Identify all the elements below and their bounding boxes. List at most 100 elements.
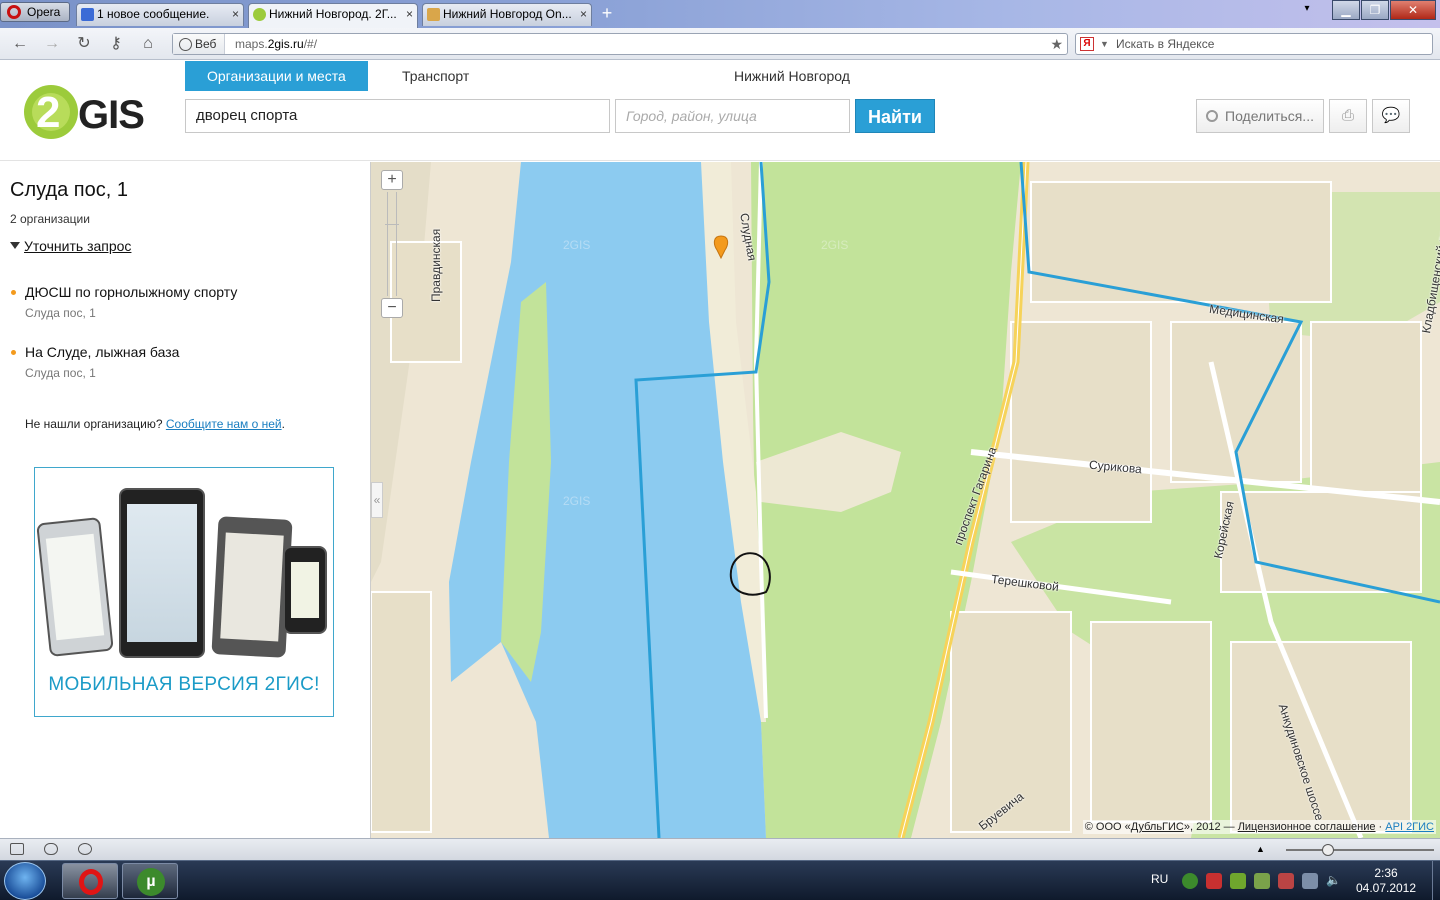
collapse-panel-button[interactable]: « [371,482,383,518]
map-watermark: 2GIS [821,238,849,252]
close-window-button[interactable]: ✕ [1390,0,1436,20]
reload-icon[interactable]: ↻ [74,34,94,54]
tab-close-icon[interactable]: × [406,4,413,25]
back-icon[interactable]: ← [10,34,30,54]
2gis-logo[interactable]: 2 GIS [24,85,145,141]
map-watermark: 2GIS [563,494,591,508]
tab-close-icon[interactable]: × [232,4,239,25]
tab-menu-icon[interactable]: ▾ [1302,0,1312,20]
browser-tab-bar: Opera 1 новое сообщение. × Нижний Новгор… [0,0,1440,28]
opera-menu-button[interactable]: Opera [0,2,70,22]
forward-icon[interactable]: → [42,34,62,54]
home-icon[interactable]: ⌂ [138,34,158,54]
update-tray-icon[interactable] [1254,873,1270,889]
phone-image [119,488,205,658]
result-item-name[interactable]: На Слуде, лыжная база [10,344,179,360]
tab-close-icon[interactable]: × [580,4,587,25]
not-found-note: Не нашли организацию? Сообщите нам о ней… [25,417,285,431]
phone-image [211,516,293,658]
refine-query-link[interactable]: Уточнить запрос [10,238,131,254]
map-watermark: 2GIS [563,238,591,252]
language-indicator[interactable]: RU [1151,872,1168,886]
filter-icon [10,242,20,249]
result-item-address: Слуда пос, 1 [25,306,96,320]
cloud-icon[interactable] [44,843,58,855]
speech-bubble-icon: 💬 [1381,107,1401,124]
tab-organizations[interactable]: Организации и места [185,61,368,91]
opera-taskbar-button[interactable] [62,863,118,899]
chevron-down-icon[interactable]: ▼ [1100,34,1109,54]
search-input[interactable]: дворец спорта [185,99,610,133]
utorrent-taskbar-button[interactable]: µ [122,863,178,899]
yandex-search-field[interactable]: Я ▼ Искать в Яндексе [1075,33,1433,55]
feedback-button[interactable]: 💬 [1372,99,1410,133]
show-desktop-button[interactable] [1432,861,1440,900]
map-canvas[interactable] [371,162,1440,838]
key-icon[interactable]: ⚷ [106,34,126,54]
tab-transport[interactable]: Транспорт [380,61,491,91]
windows-taskbar: µ RU 🔈 2:36 04.07.2012 [0,860,1440,900]
result-item-address: Слуда пос, 1 [25,366,96,380]
opera-logo-icon [79,869,103,895]
tab-messages[interactable]: 1 новое сообщение. × [76,3,244,26]
share-icon [1206,110,1218,122]
zoom-in-button[interactable]: + [381,170,403,190]
chevron-up-icon[interactable]: ▲ [1256,843,1270,855]
license-link[interactable]: Лицензионное соглашение [1238,821,1376,833]
2gis-favicon-icon [253,8,266,21]
find-button[interactable]: Найти [855,99,935,133]
flag-tray-icon[interactable] [1278,873,1294,889]
new-tab-button[interactable]: + [598,4,616,23]
map-copyright: © ООО «ДубльГИС», 2012 — Лицензионное со… [1082,820,1436,834]
opera-logo-icon [7,5,21,19]
page-favicon-icon [427,8,440,21]
results-title: Слуда пос, 1 [10,179,128,201]
banner-caption: МОБИЛЬНАЯ ВЕРСИЯ 2ГИС! [48,674,320,695]
street-label: Правдинская [429,228,443,302]
browser-nav-bar: ← → ↻ ⚷ ⌂ Веб maps.2gis.ru/#/ ★ Я ▼ Иска… [0,28,1440,60]
tab-nn-online[interactable]: Нижний Новгород On... × [422,3,592,26]
zoom-track[interactable] [387,192,397,296]
web-mode-badge[interactable]: Веб [173,34,226,54]
report-org-link[interactable]: Сообщите нам о ней [166,417,282,431]
minimize-button[interactable]: ▁ [1332,0,1360,20]
zoom-out-button[interactable]: − [381,298,403,318]
printer-icon: ⎙ [1341,107,1354,124]
maximize-button[interactable]: ❐ [1361,0,1389,20]
share-button[interactable]: Поделиться... [1196,99,1324,133]
system-clock[interactable]: 2:36 04.07.2012 [1350,866,1422,896]
phone-image [283,546,327,634]
company-link[interactable]: ДубльГИС [1131,821,1184,833]
nvidia-tray-icon[interactable] [1230,873,1246,889]
results-panel: Слуда пос, 1 2 организации Уточнить запр… [0,162,371,838]
browser-status-bar: ▲ [0,838,1440,860]
url-text: maps.2gis.ru/#/ [235,37,318,51]
bookmark-star-icon[interactable]: ★ [1050,34,1063,54]
screen: Opera 1 новое сообщение. × Нижний Новгор… [0,0,1440,900]
api-link[interactable]: API 2ГИС [1385,821,1434,833]
zoom-slider-handle[interactable] [385,224,399,225]
utorrent-tray-icon[interactable] [1182,873,1198,889]
address-input[interactable]: Город, район, улица [615,99,850,133]
panel-toggle-icon[interactable] [10,843,24,855]
tab-2gis[interactable]: Нижний Новгород. 2Г... × [248,3,418,28]
page-zoom-slider[interactable] [1286,844,1434,856]
zoom-knob[interactable] [1322,844,1334,856]
start-button[interactable] [4,862,46,900]
result-item-name[interactable]: ДЮСШ по горнолыжному спорту [10,284,237,300]
volume-icon[interactable]: 🔈 [1326,873,1342,889]
utorrent-icon: µ [137,868,165,896]
site-header: 2 GIS Организации и места Транспорт Нижн… [0,61,1440,161]
speed-dial-icon[interactable] [78,843,92,855]
yandex-icon: Я [1080,37,1094,51]
phone-image [36,517,114,657]
map-view[interactable]: + − « Правдинская Слудная Медицинская Су… [371,162,1440,838]
antivirus-tray-icon[interactable] [1206,873,1222,889]
address-bar[interactable]: Веб maps.2gis.ru/#/ ★ [172,33,1068,55]
zoom-control[interactable]: + − [381,170,403,318]
city-selector[interactable]: Нижний Новгород [712,61,872,91]
print-button[interactable]: ⎙ [1329,99,1367,133]
mail-icon [81,8,94,21]
mobile-app-banner[interactable]: МОБИЛЬНАЯ ВЕРСИЯ 2ГИС! [34,467,334,717]
network-tray-icon[interactable] [1302,873,1318,889]
